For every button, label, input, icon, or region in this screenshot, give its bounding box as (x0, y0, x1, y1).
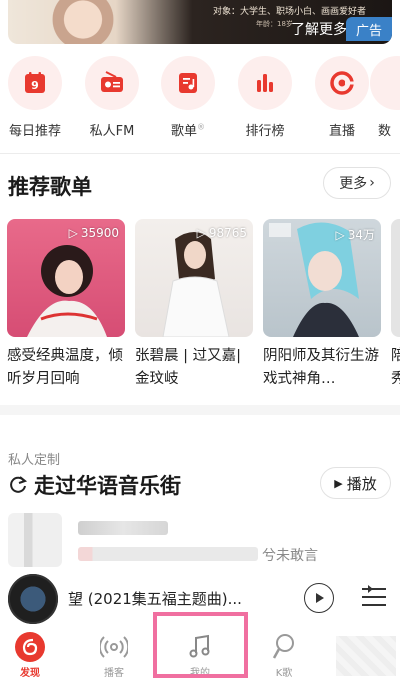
banner-illustration (38, 0, 128, 44)
playlist-name: 陪秀 (391, 348, 400, 387)
song-title-blurred (78, 521, 168, 535)
quick-entry-sup: ® (197, 122, 205, 132)
calendar-icon: 9 (8, 56, 62, 110)
quick-entry-label: 歌单® (153, 120, 223, 139)
play-count-text: 34万 (347, 228, 375, 242)
mini-player[interactable]: 望 (2021集五福主题曲)... (0, 572, 400, 628)
playlist-queue-icon[interactable] (362, 584, 390, 610)
tab-label: 播客 (104, 668, 124, 679)
playlist-icon (161, 56, 215, 110)
tab-podcast[interactable]: 播客 (84, 632, 144, 679)
quick-entry-label-text: 歌单 (170, 124, 197, 139)
play-count-text: 98765 (208, 226, 247, 240)
top-ad-banner[interactable]: 对象：大学生、职场小白、画画爱好者 年龄：18岁 了解更多 广告 (8, 0, 392, 44)
play-count: ▷ 35900 (69, 226, 119, 240)
more-button-label: 更多 (339, 176, 368, 192)
svg-text:9: 9 (31, 79, 39, 92)
quick-entry-partial[interactable]: 数 (370, 56, 400, 139)
music-note-icon (170, 632, 230, 662)
custom-sub-label: 私人定制 (8, 453, 61, 468)
refresh-icon[interactable] (8, 475, 28, 495)
radio-icon (85, 56, 139, 110)
partial-icon (370, 56, 400, 110)
banner-age-text: 年龄：18岁 (256, 20, 293, 28)
quick-entry-label: 数 (378, 124, 392, 139)
playlist-card[interactable]: ▷ 34万 阴阳师及其衍生游戏式神角… (263, 219, 381, 391)
banner-audience-text: 对象：大学生、职场小白、画画爱好者 (213, 7, 367, 17)
ad-badge: 广告 (346, 17, 392, 41)
quick-entry-row: 9 每日推荐 私人FM 歌单® 排行榜 直播 数 (0, 56, 400, 146)
more-button[interactable]: 更多 › (323, 167, 391, 199)
song-subtitle-tail: 兮未敢言 (262, 548, 318, 564)
playlist-cover: ▷ 98765 (135, 219, 253, 337)
play-pause-button[interactable] (304, 583, 334, 613)
playlist-cover: ▷ 34万 (263, 219, 381, 337)
album-disc[interactable] (8, 574, 58, 624)
tab-label: 发现 (20, 668, 40, 679)
song-thumbnail (8, 513, 62, 567)
blurred-corner (336, 636, 396, 676)
play-triangle-icon: ▷ (196, 226, 206, 240)
podcast-icon (84, 632, 144, 662)
tab-label: K歌 (275, 668, 293, 679)
playlist-carousel: ▷ 35900 感受经典温度，倾听岁月回响 ▷ 98765 张碧晨 | 过又嘉|… (0, 219, 400, 399)
playlist-card[interactable]: ▷ 98765 张碧晨 | 过又嘉| 金玟岐 (135, 219, 253, 391)
quick-entry-label: 每日推荐 (8, 124, 61, 139)
tab-label: 我的 (190, 668, 210, 679)
quick-entry-playlist[interactable]: 歌单® (153, 56, 223, 139)
custom-song-row[interactable]: 兮未敢言 (0, 513, 400, 573)
chart-bars-icon (238, 56, 292, 110)
custom-section-title: 走过华语音乐街 (8, 470, 181, 500)
custom-title-text: 走过华语音乐街 (34, 474, 181, 498)
discover-icon (0, 632, 60, 662)
quick-entry-live[interactable]: 直播 (307, 56, 377, 139)
song-subtitle-blurred (78, 547, 258, 561)
playlist-name: 张碧晨 | 过又嘉| 金玟岐 (135, 348, 241, 387)
k-song-icon (254, 632, 314, 662)
playlist-name: 感受经典温度，倾听岁月回响 (7, 348, 123, 387)
quick-entry-daily[interactable]: 9 每日推荐 (0, 56, 70, 139)
playlist-card[interactable]: ▷ 35900 感受经典温度，倾听岁月回响 (7, 219, 125, 391)
play-all-label: 播放 (346, 474, 377, 493)
recommend-section-title: 推荐歌单 (8, 175, 92, 199)
section-gap (0, 405, 400, 415)
play-count: ▷ 98765 (197, 226, 247, 240)
play-icon (316, 593, 324, 603)
play-triangle-icon: ▷ (68, 226, 78, 240)
playlist-cover: ▷ 35900 (7, 219, 125, 337)
now-playing-title: 望 (2021集五福主题曲)... (68, 590, 242, 608)
play-count: ▷ 34万 (335, 226, 375, 243)
play-icon: ▶ (334, 476, 343, 490)
tab-discover[interactable]: 发现 (0, 632, 60, 679)
play-all-button[interactable]: ▶ 播放 (320, 467, 391, 499)
tab-mine[interactable]: 我的 (170, 632, 230, 679)
banner-learn-more[interactable]: 了解更多 (291, 19, 347, 39)
quick-entry-fm[interactable]: 私人FM (77, 56, 147, 139)
playlist-cover (391, 219, 400, 337)
chevron-right-icon: › (369, 175, 375, 191)
live-icon (315, 56, 369, 110)
quick-entry-label: 排行榜 (245, 124, 285, 139)
quick-entry-charts[interactable]: 排行榜 (230, 56, 300, 139)
quick-entry-label: 私人FM (89, 124, 135, 139)
playlist-name: 阴阳师及其衍生游戏式神角… (263, 348, 379, 387)
tab-ksong[interactable]: K歌 (254, 632, 314, 679)
section-divider (0, 153, 400, 154)
playlist-card[interactable]: 陪秀 (391, 219, 400, 391)
quick-entry-label: 直播 (328, 124, 355, 139)
play-triangle-icon: ▷ (335, 227, 345, 242)
play-count-text: 35900 (80, 226, 119, 240)
